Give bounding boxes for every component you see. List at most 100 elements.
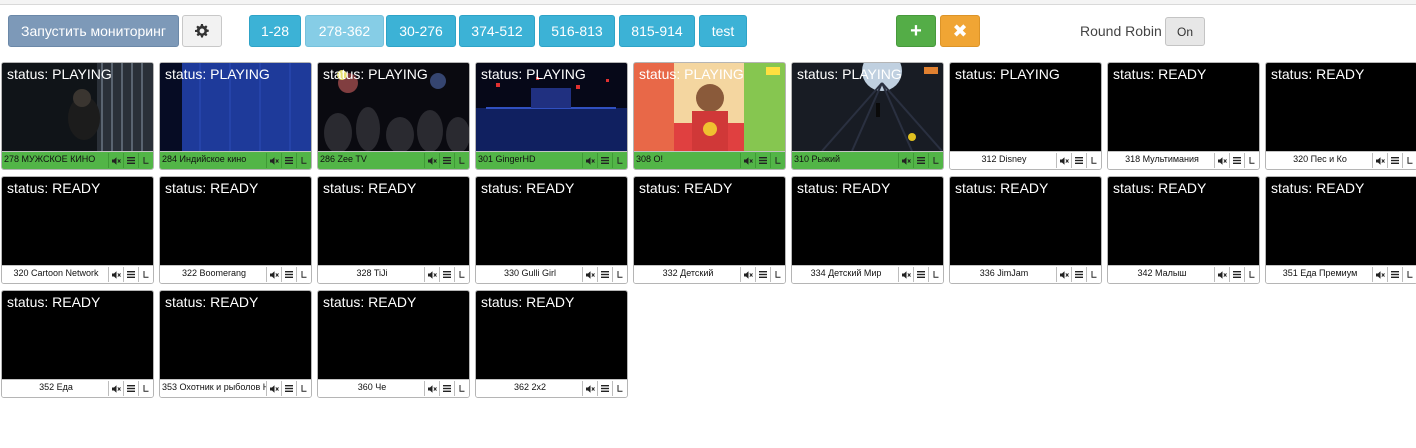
monitor-tile[interactable]: status: READY 351 Еда Премиум [1265,176,1416,284]
menu-button[interactable] [913,267,928,282]
monitor-tile[interactable]: status: PLAYING 312 Disney [949,62,1102,170]
mute-button[interactable] [108,267,123,282]
video-preview[interactable]: status: PLAYING [634,63,785,151]
monitor-tile[interactable]: status: READY 336 JimJam [949,176,1102,284]
log-button[interactable] [770,153,785,168]
range-button-374-512[interactable]: 374-512 [459,15,535,47]
monitor-tile[interactable]: status: READY 330 Gulli Girl [475,176,628,284]
mute-button[interactable] [108,381,123,396]
video-preview[interactable]: status: READY [1108,63,1259,151]
log-button[interactable] [296,381,311,396]
range-button-30-276[interactable]: 30-276 [386,15,456,47]
monitor-tile[interactable]: status: READY 322 Boomerang [159,176,312,284]
video-preview[interactable]: status: READY [1108,177,1259,265]
log-button[interactable] [454,267,469,282]
menu-button[interactable] [1229,153,1244,168]
log-button[interactable] [296,267,311,282]
log-button[interactable] [296,153,311,168]
mute-button[interactable] [424,381,439,396]
video-preview[interactable]: status: READY [1266,177,1416,265]
monitor-tile[interactable]: status: PLAYING 301 GingerHD [475,62,628,170]
monitor-tile[interactable]: status: READY 318 Мультимания [1107,62,1260,170]
menu-button[interactable] [755,267,770,282]
mute-button[interactable] [424,267,439,282]
menu-button[interactable] [1387,267,1402,282]
log-button[interactable] [612,153,627,168]
video-preview[interactable]: status: PLAYING [792,63,943,151]
menu-button[interactable] [281,267,296,282]
mute-button[interactable] [1214,267,1229,282]
video-preview[interactable]: status: READY [1266,63,1416,151]
video-preview[interactable]: status: READY [318,291,469,379]
start-monitoring-button[interactable]: Запустить мониторинг [8,15,179,47]
video-preview[interactable]: status: READY [476,291,627,379]
menu-button[interactable] [597,381,612,396]
video-preview[interactable]: status: READY [476,177,627,265]
range-button-278-362[interactable]: 278-362 [305,15,384,47]
video-preview[interactable]: status: PLAYING [950,63,1101,151]
monitor-tile[interactable]: status: PLAYING 308 О! [633,62,786,170]
monitor-tile[interactable]: status: READY 353 Охотник и рыболов HD [159,290,312,398]
monitor-tile[interactable]: status: READY 342 Малыш [1107,176,1260,284]
menu-button[interactable] [597,153,612,168]
video-preview[interactable]: status: READY [634,177,785,265]
mute-button[interactable] [1056,267,1071,282]
menu-button[interactable] [281,381,296,396]
range-button-test[interactable]: test [699,15,747,47]
mute-button[interactable] [1056,153,1071,168]
add-button[interactable]: + [896,15,936,47]
menu-button[interactable] [1071,267,1086,282]
monitor-tile[interactable]: status: PLAYING 278 МУЖСКОЕ КИНО [1,62,154,170]
mute-button[interactable] [108,153,123,168]
menu-button[interactable] [439,267,454,282]
log-button[interactable] [1244,267,1259,282]
monitor-tile[interactable]: status: READY 362 2x2 [475,290,628,398]
monitor-tile[interactable]: status: READY 334 Детский Мир [791,176,944,284]
monitor-tile[interactable]: status: PLAYING 286 Zee TV [317,62,470,170]
menu-button[interactable] [1229,267,1244,282]
mute-button[interactable] [266,267,281,282]
video-preview[interactable]: status: READY [160,291,311,379]
mute-button[interactable] [424,153,439,168]
monitor-tile[interactable]: status: READY 328 TiJi [317,176,470,284]
menu-button[interactable] [123,267,138,282]
mute-button[interactable] [1372,153,1387,168]
round-robin-toggle[interactable]: On [1165,17,1205,46]
log-button[interactable] [138,153,153,168]
remove-button[interactable]: ✖ [940,15,980,47]
mute-button[interactable] [898,153,913,168]
monitor-tile[interactable]: status: READY 352 Еда [1,290,154,398]
menu-button[interactable] [439,381,454,396]
video-preview[interactable]: status: PLAYING [318,63,469,151]
log-button[interactable] [138,267,153,282]
mute-button[interactable] [1214,153,1229,168]
log-button[interactable] [1402,153,1416,168]
mute-button[interactable] [582,153,597,168]
log-button[interactable] [928,153,943,168]
mute-button[interactable] [266,381,281,396]
log-button[interactable] [770,267,785,282]
menu-button[interactable] [1071,153,1086,168]
menu-button[interactable] [1387,153,1402,168]
mute-button[interactable] [582,267,597,282]
menu-button[interactable] [755,153,770,168]
menu-button[interactable] [597,267,612,282]
video-preview[interactable]: status: READY [792,177,943,265]
log-button[interactable] [1402,267,1416,282]
video-preview[interactable]: status: READY [950,177,1101,265]
log-button[interactable] [138,381,153,396]
monitor-tile[interactable]: status: READY 320 Cartoon Network [1,176,154,284]
monitor-tile[interactable]: status: READY 332 Детский [633,176,786,284]
log-button[interactable] [1244,153,1259,168]
log-button[interactable] [928,267,943,282]
log-button[interactable] [454,153,469,168]
menu-button[interactable] [123,381,138,396]
video-preview[interactable]: status: READY [2,291,153,379]
range-button-516-813[interactable]: 516-813 [539,15,615,47]
monitor-tile[interactable]: status: PLAYING 310 Рыжий [791,62,944,170]
monitor-tile[interactable]: status: READY 360 Че [317,290,470,398]
log-button[interactable] [1086,153,1101,168]
mute-button[interactable] [266,153,281,168]
mute-button[interactable] [740,153,755,168]
video-preview[interactable]: status: PLAYING [160,63,311,151]
